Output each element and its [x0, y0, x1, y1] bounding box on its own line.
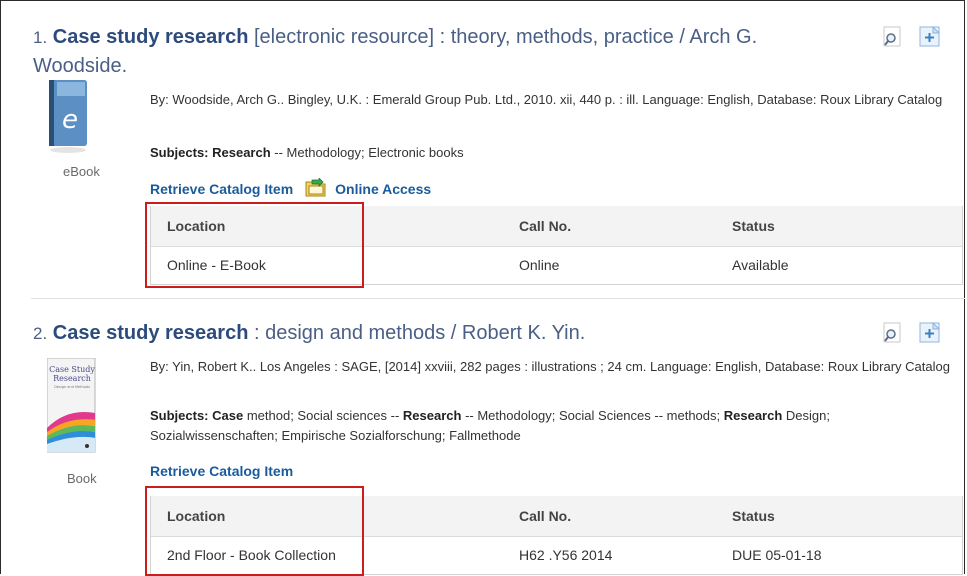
location-highlight-box — [145, 486, 364, 576]
retrieve-catalog-item-link[interactable]: Retrieve Catalog Item — [150, 463, 293, 479]
holding-call-no: H62 .Y56 2014 — [519, 547, 613, 563]
subject-text[interactable]: -- Methodology; Electronic books — [271, 145, 463, 160]
add-to-folder-icon[interactable] — [919, 321, 941, 344]
cover-title-line2: Research — [53, 374, 91, 383]
byline: By: Yin, Robert K.. Los Angeles : SAGE, … — [150, 359, 950, 374]
result-title-link[interactable]: Case study research — [53, 26, 249, 48]
result-links: Retrieve Catalog Item — [150, 463, 293, 479]
format-label: Book — [67, 471, 97, 486]
subjects-label: Subjects: — [150, 145, 209, 160]
result-tools — [882, 321, 942, 344]
subjects-line: Subjects: Case method; Social sciences -… — [150, 406, 960, 446]
subject-text[interactable]: method; Social sciences -- — [243, 408, 403, 423]
add-to-folder-icon[interactable] — [919, 25, 941, 48]
subject-term[interactable]: Research — [724, 408, 783, 423]
book-cover-thumbnail[interactable]: Case Study Research Design and Methods — [46, 357, 97, 460]
result-links: Retrieve Catalog Item Online Access — [150, 177, 431, 198]
subjects-line: Subjects: Research -- Methodology; Elect… — [150, 143, 960, 163]
subject-term[interactable]: Research — [209, 145, 271, 160]
result-number: 2. — [33, 324, 48, 343]
cover-title-line1: Case Study — [49, 365, 95, 374]
column-header-status: Status — [732, 508, 775, 524]
result-title: 2. Case study research : design and meth… — [33, 319, 833, 348]
format-label: eBook — [63, 164, 100, 179]
result-number: 1. — [33, 28, 48, 47]
holding-status: Available — [732, 257, 789, 273]
result-title-rest: : design and methods / Robert K. Yin. — [248, 322, 586, 344]
result-tools — [882, 25, 942, 48]
column-header-call-no: Call No. — [519, 508, 572, 524]
byline: By: Woodside, Arch G.. Bingley, U.K. : E… — [150, 92, 943, 107]
column-header-call-no: Call No. — [519, 218, 572, 234]
ebook-icon[interactable]: e — [47, 78, 89, 154]
subject-text[interactable]: -- Methodology; Social Sciences -- metho… — [461, 408, 723, 423]
svg-text:e: e — [62, 105, 78, 135]
subject-term[interactable]: Case — [209, 408, 243, 423]
retrieve-catalog-item-link[interactable]: Retrieve Catalog Item — [150, 181, 293, 197]
holding-status: DUE 05-01-18 — [732, 547, 822, 563]
column-header-status: Status — [732, 218, 775, 234]
location-highlight-box — [145, 202, 364, 288]
magnifier-preview-icon[interactable] — [882, 322, 904, 344]
subjects-label: Subjects: — [150, 408, 209, 423]
subject-term[interactable]: Research — [403, 408, 462, 423]
online-access-link[interactable]: Online Access — [335, 181, 431, 197]
cover-subtitle: Design and Methods — [54, 385, 90, 389]
online-access-folder-icon[interactable] — [305, 177, 327, 198]
holding-call-no: Online — [519, 257, 560, 273]
result-title: 1. Case study research [electronic resou… — [33, 23, 833, 80]
result-divider — [31, 298, 965, 299]
result-title-link[interactable]: Case study research — [53, 322, 249, 344]
magnifier-preview-icon[interactable] — [882, 26, 904, 48]
